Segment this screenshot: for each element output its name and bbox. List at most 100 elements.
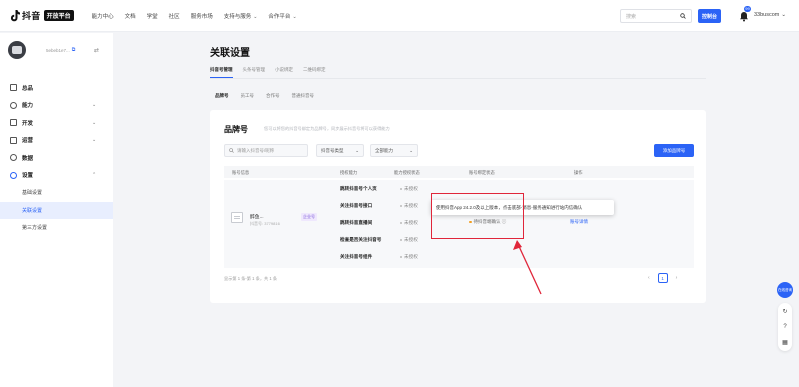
sidebar-item-capability[interactable]: 能力 ⌄ — [0, 97, 113, 115]
sidebar-item-label: 开发 — [22, 120, 34, 127]
brand-name: 抖音 — [22, 11, 41, 21]
nav-item-support[interactable]: 支持与服务 ⌄ — [224, 12, 258, 20]
sub-tabs: 品牌号 员工号 合作号 普通抖音号 — [215, 93, 314, 99]
sidebar-item-label: 运营 — [22, 138, 34, 145]
sidebar-item-develop[interactable]: 开发 ⌄ — [0, 114, 113, 132]
annotation-arrow — [513, 240, 542, 295]
nav-item[interactable]: 学堂 — [147, 12, 158, 20]
sidebar-subitem-association[interactable]: 关联设置 — [0, 201, 113, 219]
enterprise-tag: 企业号 — [301, 213, 317, 221]
pagination-info: 显示第 1 条-第 1 条，共 1 条 — [224, 276, 278, 281]
account-detail-link[interactable]: 账号详情 — [570, 219, 588, 225]
copy-icon[interactable]: ⧉ — [72, 47, 76, 53]
refresh-icon[interactable]: ↻ — [782, 308, 787, 315]
sidebar-item-label: 能力 — [22, 103, 34, 110]
highlight-box — [431, 193, 524, 239]
nav-item-label: 支持与服务 — [223, 13, 252, 20]
card-title: 品牌号 — [224, 125, 248, 134]
console-button[interactable]: 控制台 — [698, 9, 721, 23]
account-switcher[interactable]: 5ebeb1e7... ⧉ — [8, 41, 75, 59]
switch-account-icon[interactable]: ⇄ — [94, 47, 99, 54]
tab-partner[interactable]: 合作号 — [266, 93, 280, 99]
prev-page-icon[interactable]: ‹ — [648, 275, 650, 281]
tabs-divider — [210, 78, 706, 79]
next-page-icon[interactable]: › — [676, 275, 678, 281]
table-header: 账号信息 授权能力 能力授权状态 账号绑定状态 操作 — [224, 166, 694, 178]
column-header: 账号绑定状态 — [469, 170, 495, 175]
sidebar-item-overview[interactable]: 总品 — [0, 79, 113, 97]
tab-toutiao-account[interactable]: 头条号管理 — [243, 67, 266, 73]
column-header: 账号信息 — [232, 170, 250, 175]
chevron-down-icon: ⌄ — [92, 137, 97, 144]
sidebar-item-operation[interactable]: 运营 ⌄ — [0, 132, 113, 150]
search-placeholder: 搜索 — [626, 13, 637, 20]
tab-qrcode[interactable]: 二维码绑定 — [303, 67, 326, 73]
status-text: 未授权 — [404, 220, 418, 225]
data-icon — [10, 154, 17, 162]
tab-normal[interactable]: 普通抖音号 — [292, 93, 315, 99]
tab-employee[interactable]: 员工号 — [241, 93, 255, 99]
status-dot — [400, 187, 402, 190]
card-description: 您可以将您的抖音号绑定为品牌号，同步展示抖音号将可以获得能力 — [264, 126, 390, 131]
online-consult-button[interactable]: 在线咨询 — [777, 282, 793, 298]
account-avatar-icon — [231, 212, 243, 223]
help-icon[interactable]: ? — [783, 324, 786, 330]
tab-novel[interactable]: 小说绑定 — [275, 67, 293, 73]
operation-icon — [10, 136, 17, 144]
code-icon — [10, 119, 17, 127]
status-dot — [400, 255, 402, 258]
sidebar-item-label: 总品 — [22, 85, 34, 92]
floating-toolbar: ↻ ? ▦ — [778, 303, 792, 351]
chevron-down-icon: ⌄ — [253, 13, 258, 20]
nav-item[interactable]: 文档 — [125, 12, 136, 20]
brand-badge: 开放平台 — [43, 10, 74, 21]
page-number[interactable]: 1 — [657, 273, 668, 283]
column-header: 授权能力 — [340, 170, 358, 175]
global-search-input[interactable]: 搜索 — [620, 9, 692, 23]
nav-item[interactable]: 能力中心 — [92, 12, 114, 20]
tab-brand[interactable]: 品牌号 — [215, 93, 229, 99]
brand-logo[interactable]: 抖音 开放平台 — [10, 0, 74, 32]
status-dot — [400, 238, 402, 241]
user-name: 33buscom — [754, 12, 780, 18]
capability-name: 跳转抖音号个人页 — [340, 186, 377, 191]
nav-item-label: 合作平台 — [268, 13, 291, 20]
account-name: 5ebeb1e7... — [46, 47, 70, 53]
chevron-down-icon: ⌄ — [781, 12, 786, 18]
nav-item[interactable]: 社区 — [169, 12, 180, 20]
capability-select[interactable]: 全部能力 ⌄ — [370, 144, 418, 157]
sidebar: 5ebeb1e7... ⧉ ⇄ 总品 能力 ⌄ 开发 ⌄ 运营 ⌄ 数据 设置 ⌃ 基础… — [0, 33, 113, 387]
column-header: 操作 — [574, 170, 583, 175]
page-title: 关联设置 — [210, 48, 250, 59]
sidebar-subitem-third-party[interactable]: 第三方设置 — [0, 219, 113, 237]
nav-item[interactable]: 服务市场 — [191, 12, 213, 20]
sidebar-item-label: 基础设置 — [22, 190, 43, 197]
account-search-input[interactable]: 请输入抖音号/昵称 — [224, 144, 308, 157]
grid-icon — [10, 84, 17, 92]
capability-name: 关注抖音号组件 — [340, 254, 373, 259]
add-brand-account-button[interactable]: 添加品牌号 — [654, 144, 694, 157]
sidebar-item-label: 关联设置 — [22, 207, 43, 214]
sidebar-item-data[interactable]: 数据 — [0, 149, 113, 167]
main-nav: 能力中心 文档 学堂 社区 服务市场 支持与服务 ⌄ 合作平台 ⌄ — [92, 12, 297, 20]
column-header: 能力授权状态 — [394, 170, 420, 175]
grid-icon[interactable]: ▦ — [782, 339, 788, 346]
chevron-down-icon: ⌄ — [92, 119, 97, 126]
chevron-up-icon: ⌃ — [92, 172, 97, 179]
sidebar-item-settings[interactable]: 设置 ⌃ — [0, 167, 113, 185]
tab-douyin-account[interactable]: 抖音号管理 — [210, 67, 233, 78]
account-type-select[interactable]: 抖音号类型 ⌄ — [316, 144, 364, 157]
sidebar-subitem-basic[interactable]: 基础设置 — [0, 184, 113, 202]
account-id: 抖音号: 3779816 — [250, 221, 280, 226]
user-menu[interactable]: 33buscom ⌄ — [754, 12, 786, 18]
sidebar-item-label: 数据 — [22, 155, 34, 162]
capability-status: 未授权 — [400, 220, 418, 226]
status-dot — [400, 204, 402, 207]
sidebar-menu: 总品 能力 ⌄ 开发 ⌄ 运营 ⌄ 数据 设置 ⌃ 基础设置 关联设置 第三方设置 — [0, 79, 113, 237]
settings-icon — [10, 171, 17, 179]
select-value: 抖音号类型 — [321, 147, 344, 153]
status-text: 未授权 — [404, 186, 418, 191]
nav-item-partner[interactable]: 合作平台 ⌄ — [268, 12, 296, 20]
capability-status: 未授权 — [400, 254, 418, 260]
pagination: ‹ 1 › — [648, 273, 677, 283]
